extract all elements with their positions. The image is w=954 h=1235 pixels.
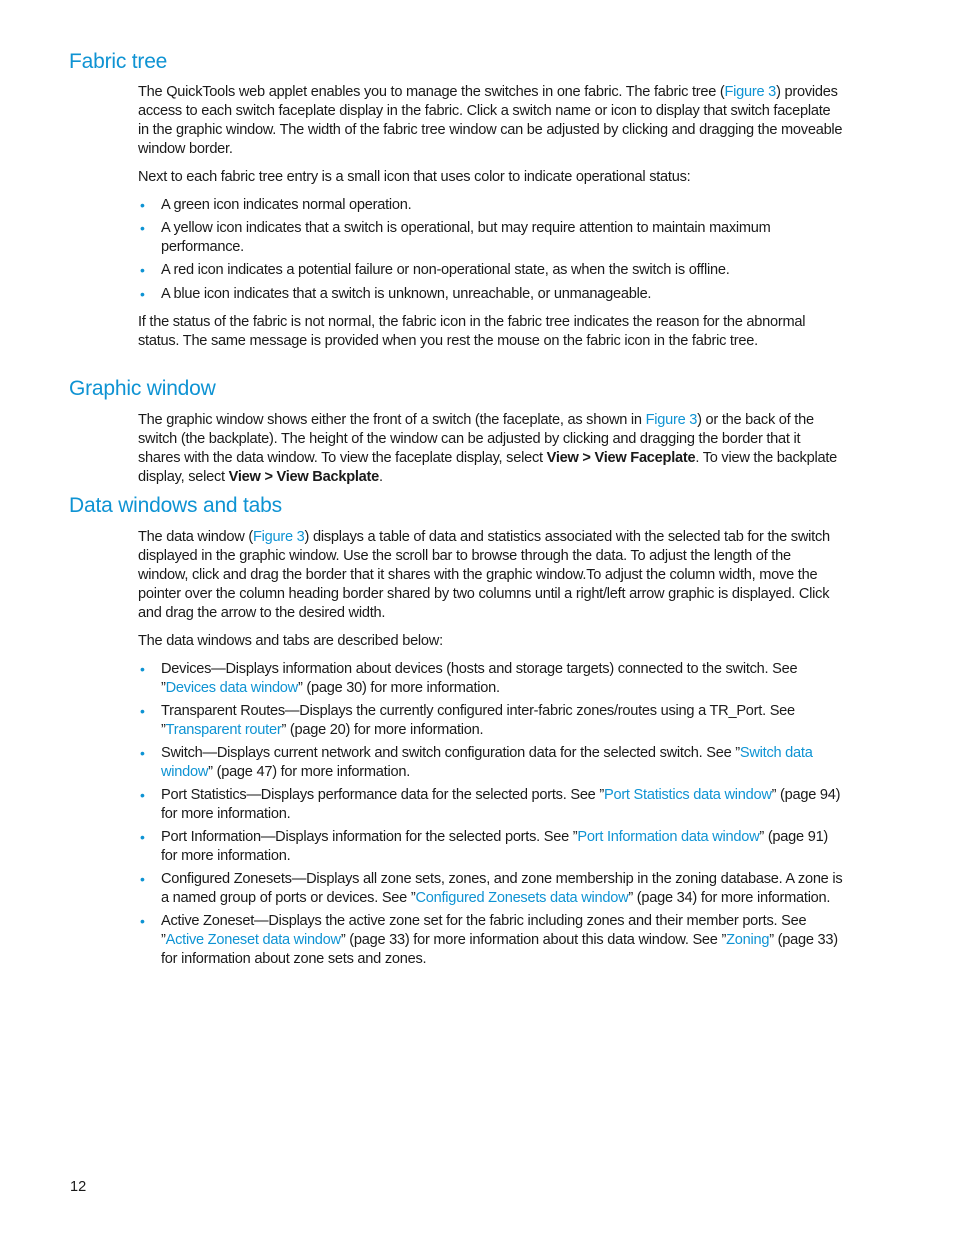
list-item: • A red icon indicates a potential failur…	[140, 262, 730, 278]
menu-path-view-backplate: View > View Backplate	[228, 469, 380, 485]
list-item: • Transparent Routes—Displays the current…	[140, 703, 795, 738]
heading-fabric-tree: Fabric tree	[69, 50, 168, 73]
list-item: • Active Zoneset—Displays the active zone…	[140, 913, 838, 967]
bullet-icon: •	[140, 197, 145, 213]
bullet-icon: •	[140, 661, 145, 677]
list-item: • Configured Zonesets—Displays all zone s…	[140, 871, 843, 906]
bullet-icon: •	[140, 286, 145, 302]
list-item: • Port Statistics—Displays performance da…	[140, 787, 841, 822]
bullet-icon: •	[140, 871, 145, 887]
active-zoneset-data-window-link[interactable]: Active Zoneset data window	[166, 932, 341, 948]
document-page: Fabric tree The QuickTools web applet en…	[0, 0, 954, 1235]
menu-path-view-faceplate: View > View Faceplate	[546, 450, 696, 466]
graphic-window-body: The graphic window shows either the fron…	[138, 411, 844, 487]
zoning-link[interactable]: Zoning	[726, 932, 769, 948]
page-number: 12	[70, 1179, 87, 1195]
data-windows-list: • Devices—Displays information about devi…	[138, 660, 844, 969]
bullet-icon: •	[140, 829, 145, 845]
port-statistics-data-window-link[interactable]: Port Statistics data window	[604, 787, 772, 803]
bullet-icon: •	[140, 913, 145, 929]
bullet-icon: •	[140, 262, 145, 278]
configured-zonesets-data-window-link[interactable]: Configured Zonesets data window	[415, 890, 628, 906]
status-list: • A green icon indicates normal operation…	[138, 196, 844, 304]
bullet-icon: •	[140, 745, 145, 761]
port-information-data-window-link[interactable]: Port Information data window	[577, 829, 759, 845]
transparent-router-link[interactable]: Transparent router	[166, 722, 282, 738]
list-item: • Devices—Displays information about devi…	[140, 661, 798, 696]
figure-3-link[interactable]: Figure 3	[646, 412, 698, 428]
list-item: • A green icon indicates normal operation…	[140, 197, 412, 213]
fabric-tree-intro: The QuickTools web applet enables you to…	[138, 84, 843, 157]
list-item: • A blue icon indicates that a switch is …	[140, 286, 652, 302]
heading-data-windows: Data windows and tabs	[69, 494, 282, 517]
heading-graphic-window: Graphic window	[69, 377, 216, 400]
figure-3-link[interactable]: Figure 3	[725, 84, 777, 100]
fabric-tree-closing: If the status of the fabric is not norma…	[138, 314, 806, 349]
graphic-window-paragraph: The graphic window shows either the fron…	[138, 412, 837, 485]
fabric-tree-body: The QuickTools web applet enables you to…	[138, 83, 844, 351]
figure-3-link[interactable]: Figure 3	[253, 529, 305, 545]
data-windows-intro: The data window (Figure 3) displays a ta…	[138, 529, 830, 621]
devices-data-window-link[interactable]: Devices data window	[166, 680, 299, 696]
list-item: • Switch—Displays current network and swi…	[140, 745, 813, 780]
bullet-icon: •	[140, 220, 145, 236]
data-windows-body: The data window (Figure 3) displays a ta…	[138, 528, 844, 969]
data-windows-list-intro: The data windows and tabs are described …	[138, 633, 443, 649]
bullet-icon: •	[140, 703, 145, 719]
list-item: • Port Information—Displays information f…	[140, 829, 829, 864]
bullet-icon: •	[140, 787, 145, 803]
status-intro: Next to each fabric tree entry is a smal…	[138, 169, 691, 185]
list-item: • A yellow icon indicates that a switch i…	[140, 220, 771, 255]
